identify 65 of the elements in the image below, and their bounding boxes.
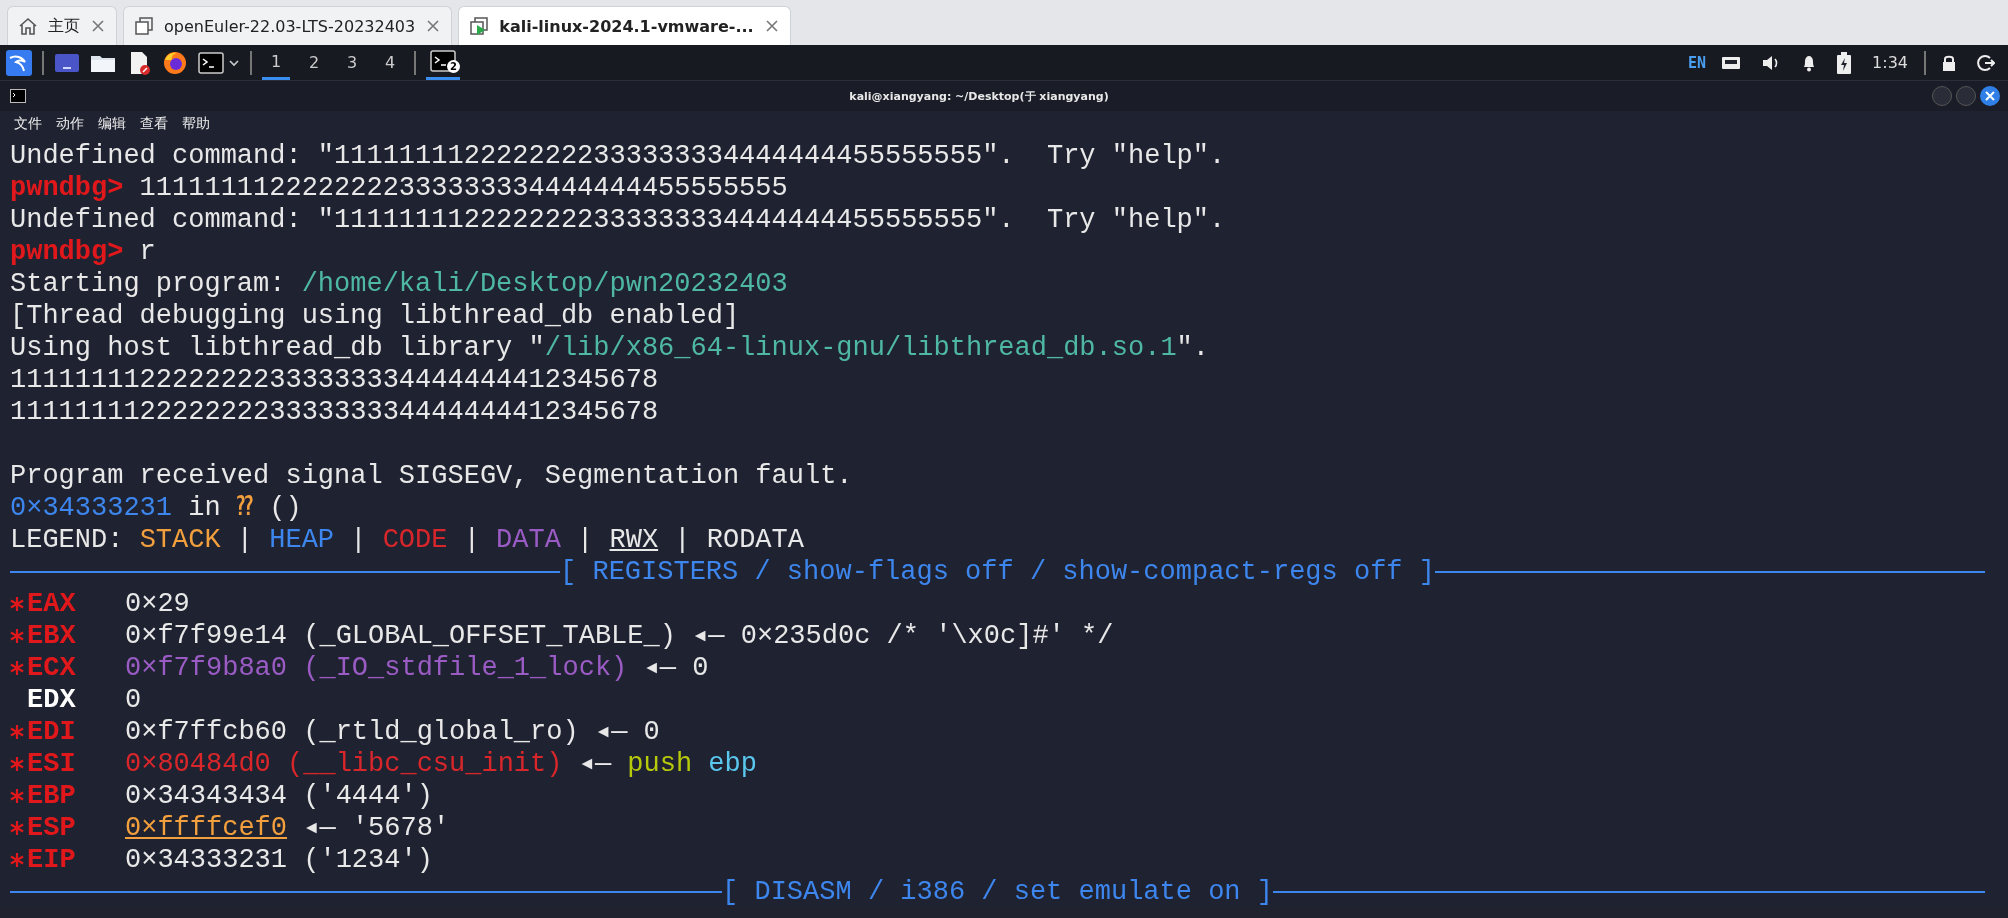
terminal-line: 0×34333231 in ⁇ () [10, 492, 303, 524]
windows-icon [134, 16, 154, 36]
close-button[interactable] [1980, 86, 2000, 106]
window-title: kali@xiangyang: ~/Desktop(于 xiangyang) [848, 88, 1110, 104]
terminal-line: 0×f7f99e14 (_GLOBAL_OFFSET_TABLE_) ◂— 0×235d0c /* '\x0c]#' */ [125, 620, 1114, 652]
section-header: [ DISASM / i386 / set emulate on ] [722, 876, 1273, 908]
menu-item[interactable]: 查看 [140, 115, 168, 133]
register-name: ESI [27, 748, 77, 780]
browser-tab[interactable]: openEuler-22.03-LTS-20232403 [123, 6, 453, 45]
register-name: EDX [27, 684, 77, 716]
terminal-line: pwndbg> 1111111122222222333333334444444455555555 [10, 172, 789, 204]
battery-charging-icon[interactable] [1837, 51, 1852, 74]
menu-item[interactable]: 编辑 [98, 115, 126, 133]
tab-label: openEuler-22.03-LTS-20232403 [164, 16, 416, 36]
terminal-line: 0×34343434 ('4444') [125, 780, 433, 812]
logout-icon[interactable] [1977, 53, 1995, 72]
tab-label: kali-linux-2024.1-vmware-... [499, 16, 754, 36]
register-name: EBP [27, 780, 77, 812]
register-name: ECX [27, 652, 77, 684]
firefox-icon[interactable] [162, 49, 188, 76]
register-name: EAX [27, 588, 77, 620]
clock[interactable]: 1:34 [1872, 53, 1908, 72]
terminal-line: 0×f7f9b8a0 (_IO_stdfile_1_lock) ◂— 0 [125, 652, 709, 684]
workspace-button[interactable]: 3 [338, 45, 366, 80]
terminal-line: 1111111122222222333333334444444412345678 [10, 364, 660, 396]
terminal-line: 0×f7ffcb60 (_rtld_global_ro) ◂— 0 [125, 716, 660, 748]
terminal-line: Using host libthread_db library "/lib/x86_64-linux-gnu/libthread_db.so.1". [10, 332, 1210, 364]
terminal-icon [430, 48, 456, 74]
kali-dragon-icon[interactable] [6, 49, 32, 76]
menu-item[interactable]: 动作 [56, 115, 84, 133]
close-icon[interactable] [763, 18, 780, 34]
keyboard-layout-indicator[interactable]: EN [1688, 53, 1707, 72]
terminal-icon[interactable] [198, 49, 224, 76]
workspace-button[interactable]: 4 [376, 45, 404, 80]
browser-tab[interactable]: 主页 [7, 6, 117, 45]
tab-label: 主页 [48, 15, 80, 37]
menu-item[interactable]: 帮助 [182, 115, 210, 133]
close-icon[interactable] [425, 18, 442, 34]
terminal-line: 0 [125, 684, 142, 716]
running-vm-icon [469, 16, 490, 36]
terminal-line: 0×80484d0 (__libc_csu_init) ◂— push ebp [125, 748, 757, 780]
terminal-icon [10, 89, 26, 103]
terminal-line: 0×34333231 ('1234') [125, 844, 433, 876]
terminal-line: Starting program: /home/kali/Desktop/pwn20232403 [10, 268, 789, 300]
terminal-line: Undefined command: "1111111122222222333333334444444455555555". Try "help". [10, 204, 1227, 236]
browser-tab[interactable]: kali-linux-2024.1-vmware-... [458, 6, 791, 45]
terminal-line: 0×29 [125, 588, 190, 620]
register-name: ESP [27, 812, 77, 844]
terminal-line: 0×ffffcef0 ◂— '5678' [125, 812, 450, 844]
lock-icon[interactable] [1941, 53, 1957, 72]
terminal-line: Undefined command: "1111111122222222333333334444444455555555". Try "help". [10, 140, 1227, 172]
terminal-line: Program received signal SIGSEGV, Segmentation fault. [10, 460, 854, 492]
section-header: [ REGISTERS / show-flags off / show-compact-regs off ] [560, 556, 1435, 588]
register-name: EBX [27, 620, 77, 652]
window-count-badge: 2 [447, 60, 460, 73]
terminal-line: pwndbg> r [10, 236, 157, 268]
register-name: EDI [27, 716, 77, 748]
terminal-line: [Thread debugging using libthread_db enabled] [10, 300, 741, 332]
close-icon[interactable] [90, 18, 106, 34]
workspace-button[interactable]: 2 [300, 45, 328, 80]
menu-item[interactable]: 文件 [14, 115, 42, 133]
terminal-line: LEGEND: STACK | HEAP | CODE | DATA | RWX | RODATA [10, 524, 805, 556]
register-name: EIP [27, 844, 77, 876]
home-icon [18, 16, 38, 36]
terminal-line: 1111111122222222333333334444444412345678 [10, 396, 660, 428]
